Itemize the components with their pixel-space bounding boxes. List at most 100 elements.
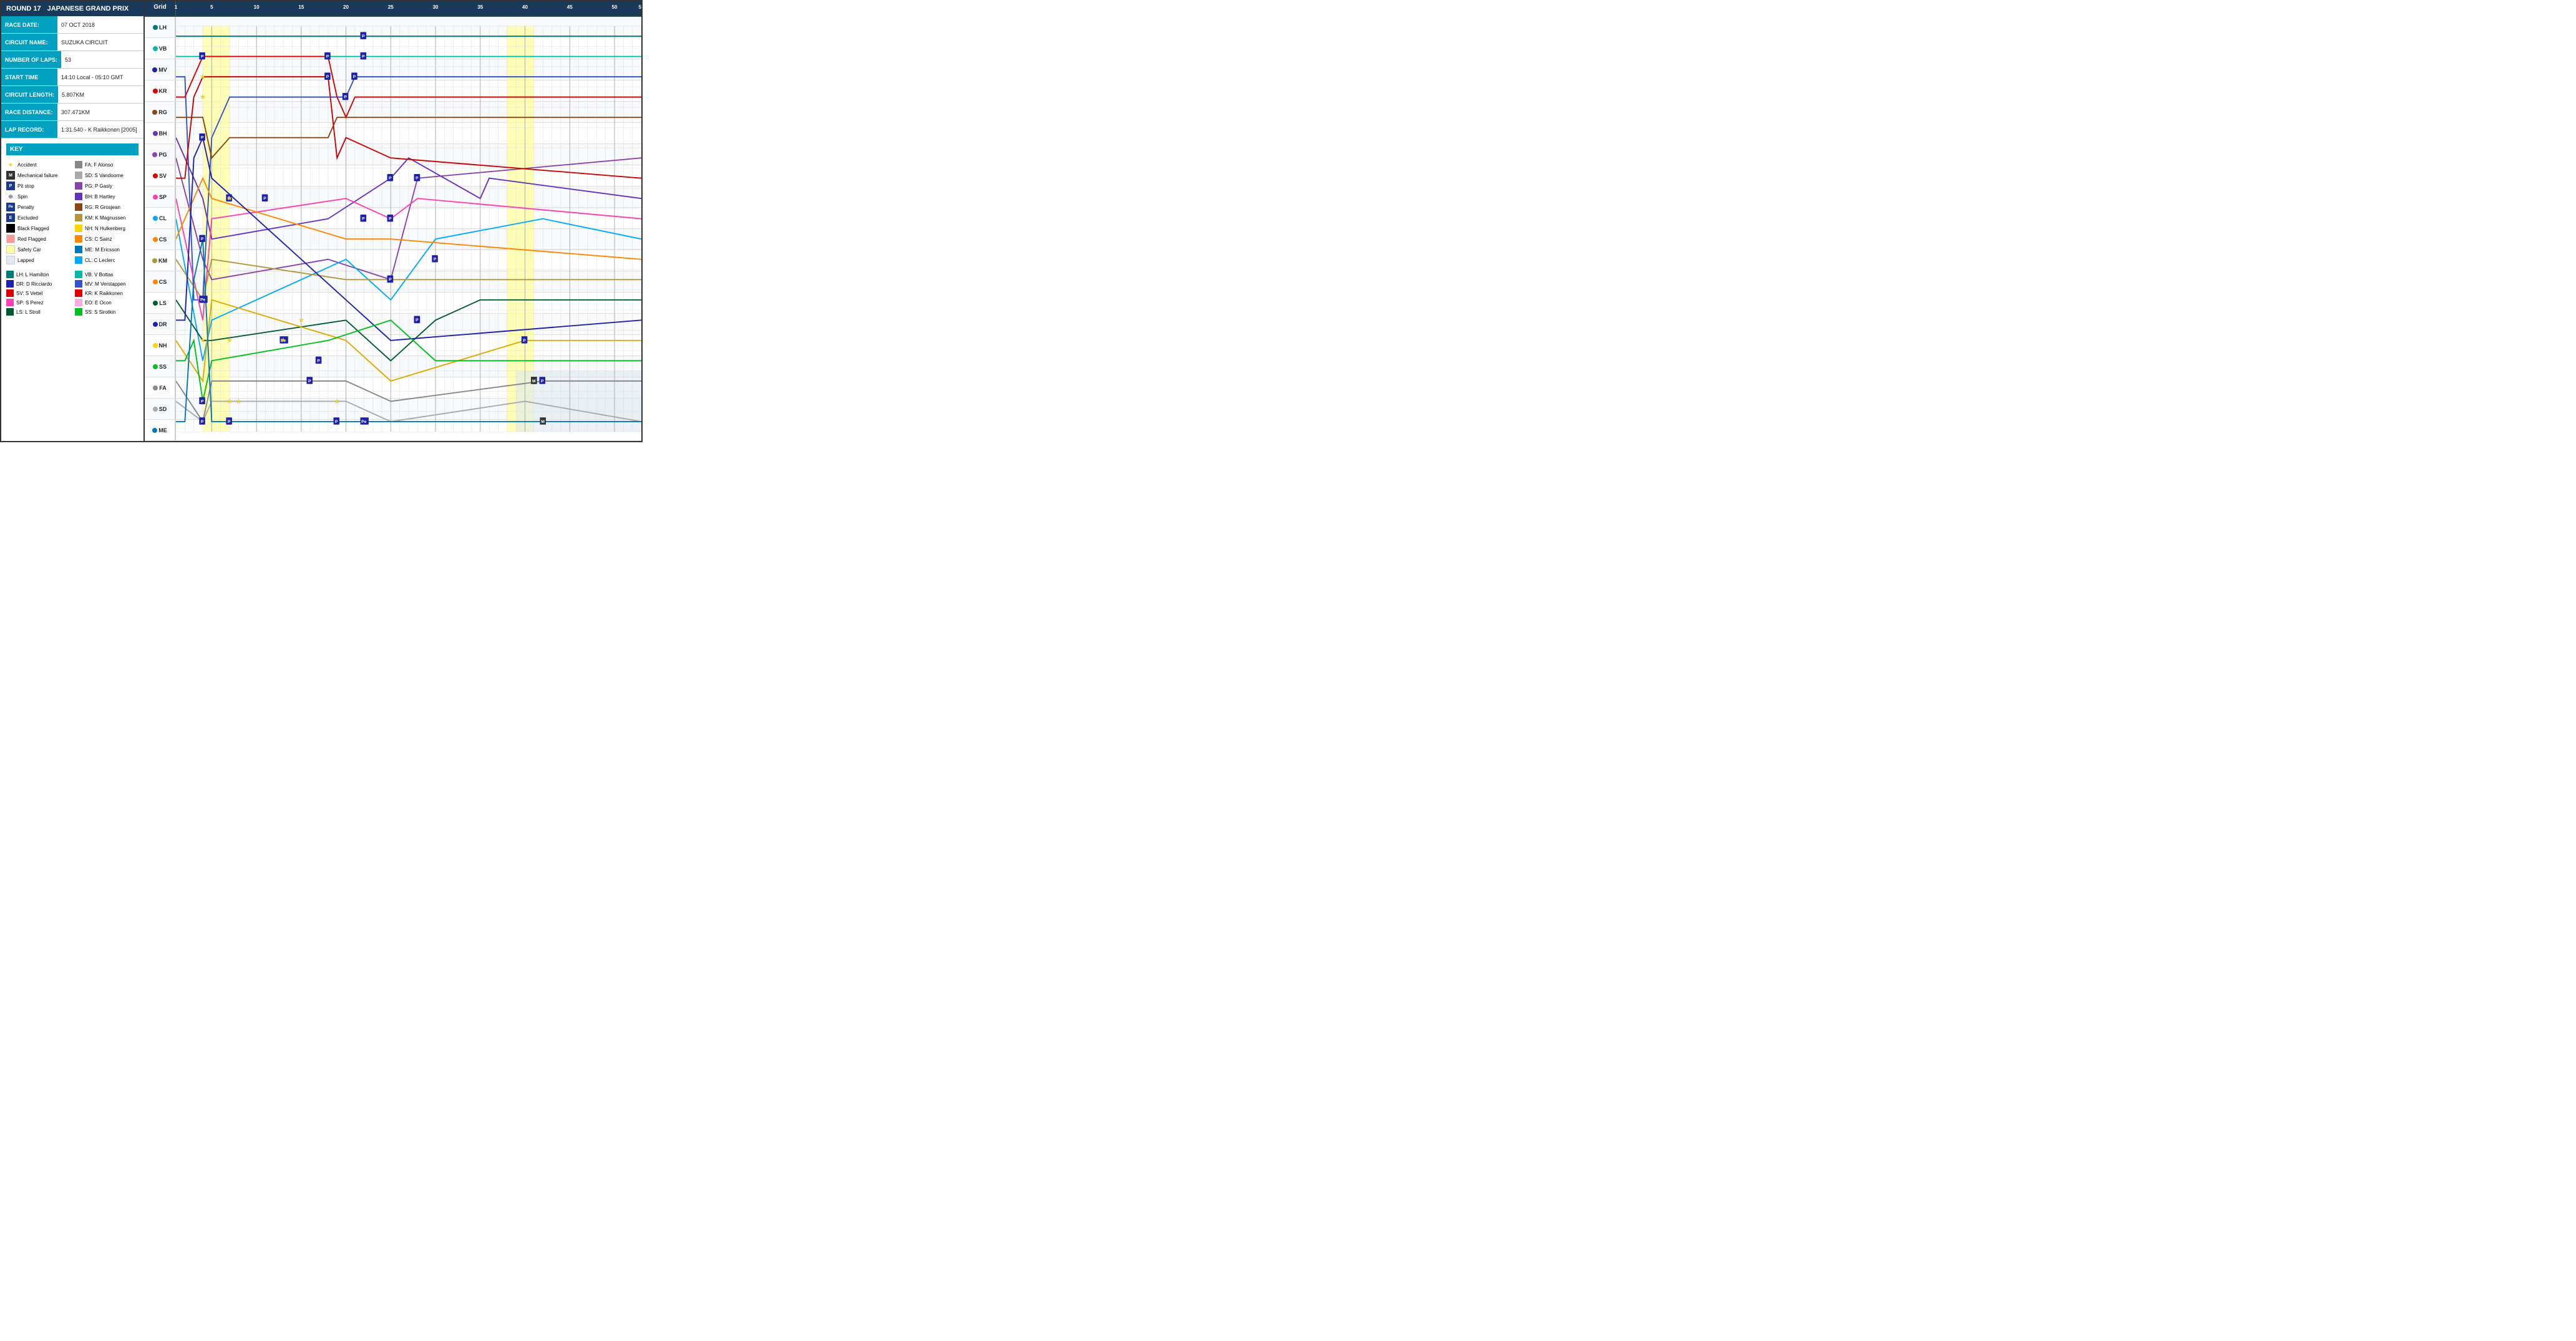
key-lapped: Lapped bbox=[6, 256, 70, 264]
key-ls: LS: L Stroll bbox=[6, 308, 70, 316]
chart-row: VB bbox=[145, 38, 641, 59]
mechanical-icon: M bbox=[6, 171, 15, 180]
chart-row: KR bbox=[145, 80, 641, 102]
info-value: 14:10 Local - 05:10 GMT bbox=[57, 69, 127, 85]
chart-row: SP bbox=[145, 186, 641, 208]
grid-column-header: Grid bbox=[145, 1, 176, 16]
lap-tick: 45 bbox=[567, 4, 573, 10]
safetycar-icon bbox=[6, 245, 15, 254]
driver-abbr: ME bbox=[158, 427, 167, 433]
lap-tick: 10 bbox=[254, 4, 260, 10]
driver-svg-area bbox=[176, 208, 641, 229]
cl-color bbox=[75, 256, 82, 264]
info-row: NUMBER OF LAPS: 53 bbox=[1, 51, 143, 69]
driver-abbr: SD bbox=[159, 406, 167, 412]
chart-row: CS bbox=[145, 229, 641, 250]
grid-cell: MV bbox=[145, 59, 176, 80]
chart-row: SV bbox=[145, 165, 641, 186]
chart-rows: LHVBMVKRRGBHPGSVSPCLCSKMCSLSDRNHSSFASDME… bbox=[145, 17, 641, 441]
info-row: CIRCUIT NAME: SUZUKA CIRCUIT bbox=[1, 34, 143, 51]
driver-abbr: SS bbox=[159, 364, 167, 370]
driver-color-dot bbox=[153, 173, 158, 178]
rg-color bbox=[75, 203, 82, 211]
key-accident: ★ Accident bbox=[6, 160, 70, 169]
lap-tick: 5 bbox=[210, 4, 213, 10]
key-mv: MV: M Verstappen bbox=[75, 280, 139, 288]
grid-cell: CS bbox=[145, 271, 176, 292]
grid-cell: KM bbox=[145, 250, 176, 271]
key-dr: DR: D Ricciardo bbox=[6, 280, 70, 288]
chart-row: KM bbox=[145, 250, 641, 271]
key-ss: SS: S Sirotkin bbox=[75, 308, 139, 316]
driver-abbr: KR bbox=[159, 88, 167, 94]
grid-cell: VB bbox=[145, 38, 176, 59]
driver-svg-area bbox=[176, 17, 641, 38]
driver-svg-area bbox=[176, 420, 641, 441]
chart-header: Grid 1510152025303540455053 bbox=[145, 1, 641, 17]
driver-abbr: LS bbox=[159, 300, 167, 306]
grid-cell: PG bbox=[145, 144, 176, 165]
penalty-icon: Pe bbox=[6, 203, 15, 211]
info-row: LAP RECORD: 1:31.540 - K Raikkonen [2005… bbox=[1, 121, 143, 138]
driver-color-dot bbox=[153, 195, 158, 200]
grid-cell: LS bbox=[145, 293, 176, 313]
key-km: KM: K Magnussen bbox=[75, 213, 139, 222]
chart-row: ME bbox=[145, 420, 641, 441]
driver-abbr: BH bbox=[159, 130, 167, 137]
grid-cell: SS bbox=[145, 356, 176, 377]
key-kr: KR: K Raikkonen bbox=[75, 289, 139, 297]
lap-tick: 50 bbox=[612, 4, 618, 10]
driver-abbr: KM bbox=[158, 258, 167, 264]
key-blackflag: Black Flagged bbox=[6, 224, 70, 233]
driver-color-dot bbox=[153, 279, 158, 284]
driver-color-dot bbox=[153, 322, 158, 327]
left-panel: ROUND 17 JAPANESE GRAND PRIX RACE DATE: … bbox=[1, 1, 145, 441]
accident-icon: ★ bbox=[6, 160, 15, 169]
driver-color-dot bbox=[152, 110, 157, 115]
accident-label: Accident bbox=[17, 162, 37, 168]
info-value: 5.807KM bbox=[58, 86, 88, 103]
key-excluded: E Excluded bbox=[6, 213, 70, 222]
chart-row: DR bbox=[145, 314, 641, 335]
lap-tick: 53 bbox=[639, 4, 641, 10]
driver-abbr: FA bbox=[159, 385, 167, 391]
chart-row: FA bbox=[145, 377, 641, 399]
pg-color bbox=[75, 182, 82, 190]
grid-cell: DR bbox=[145, 314, 176, 334]
grid-cell: FA bbox=[145, 377, 176, 398]
grid-cell: NH bbox=[145, 335, 176, 356]
key-penalty: Pe Penalty bbox=[6, 203, 70, 211]
grid-cell: SV bbox=[145, 165, 176, 186]
key-spin: ⊕ Spin bbox=[6, 192, 70, 201]
driver-color-dot bbox=[153, 89, 158, 94]
key-cl: CL: C Leclerc bbox=[75, 256, 139, 264]
info-label: LAP RECORD: bbox=[1, 121, 57, 138]
driver-abbr: CS bbox=[159, 279, 167, 285]
chart-row: SD bbox=[145, 399, 641, 420]
right-panel: Grid 1510152025303540455053 LHVBMVKRRGBH… bbox=[145, 1, 641, 441]
info-row: CIRCUIT LENGTH: 5.807KM bbox=[1, 86, 143, 104]
driver-color-dot bbox=[153, 237, 158, 242]
grid-cell: CL bbox=[145, 208, 176, 228]
grid-cell: RG bbox=[145, 102, 176, 122]
key-bh: BH: B Hartley bbox=[75, 192, 139, 201]
driver-svg-area bbox=[176, 229, 641, 250]
driver-abbr: RG bbox=[158, 109, 167, 115]
driver-svg-area bbox=[176, 399, 641, 420]
key-vb: VB: V Bottas bbox=[75, 271, 139, 278]
key-header: KEY bbox=[6, 143, 139, 155]
driver-svg-area bbox=[176, 186, 641, 208]
info-value: 307.471KM bbox=[57, 104, 94, 120]
lap-tick: 1 bbox=[175, 4, 177, 10]
driver-color-dot bbox=[153, 343, 158, 348]
driver-svg-area bbox=[176, 123, 641, 144]
lap-headers: 1510152025303540455053 bbox=[176, 1, 641, 16]
info-label: NUMBER OF LAPS: bbox=[1, 51, 61, 68]
sd-color bbox=[75, 172, 82, 179]
info-row: RACE DISTANCE: 307.471KM bbox=[1, 104, 143, 121]
driver-svg-area bbox=[176, 102, 641, 123]
driver-abbr: NH bbox=[159, 342, 167, 349]
driver-abbr: LH bbox=[159, 24, 167, 31]
me-color bbox=[75, 246, 82, 253]
key-lh: LH: L Hamilton bbox=[6, 271, 70, 278]
